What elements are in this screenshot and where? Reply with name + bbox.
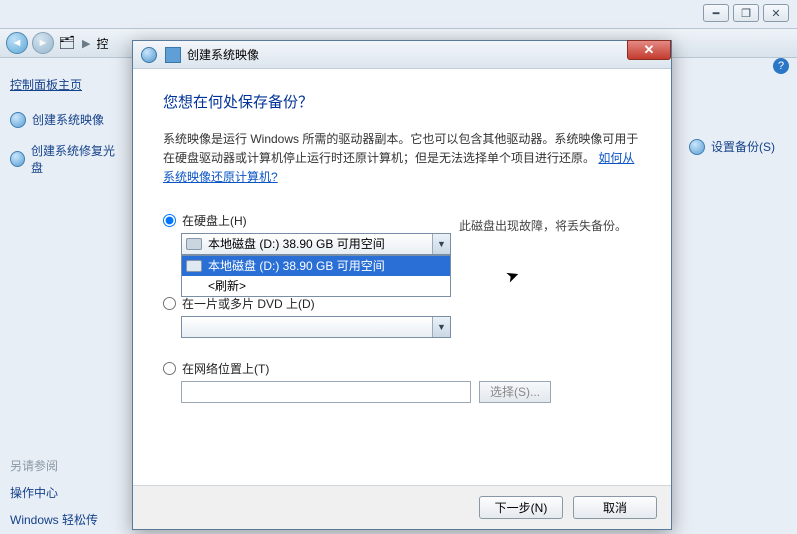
combo-selected-text: 本地磁盘 (D:) 38.90 GB 可用空间 (208, 235, 385, 252)
shield-icon (10, 151, 25, 167)
recent-icon[interactable]: 🗂 (58, 34, 76, 52)
task-setup-backup[interactable]: 设置备份(S) (689, 138, 775, 155)
sidebar-home-link[interactable]: 控制面板主页 (10, 76, 120, 93)
create-system-image-wizard: 创建系统映像 ✕ 您想在何处保存备份？ 系统映像是运行 Windows 所需的驱… (132, 40, 672, 530)
wizard-body: 您想在何处保存备份？ 系统映像是运行 Windows 所需的驱动器副本。它也可以… (133, 69, 671, 403)
wizard-footer: 下一步(N) 取消 (133, 485, 671, 529)
task-label: 设置备份(S) (711, 138, 775, 155)
minimize-button[interactable]: ━ (703, 4, 729, 22)
sidebar-item-create-repair-disc[interactable]: 创建系统修复光盘 (10, 142, 120, 176)
control-panel-sidebar: 控制面板主页 创建系统映像 创建系统修复光盘 另请参阅 操作中心 Windows… (0, 58, 130, 534)
chevron-down-icon[interactable]: ▼ (432, 234, 450, 254)
maximize-button[interactable]: ❐ (733, 4, 759, 22)
dropdown-item-label: <刷新> (208, 277, 246, 294)
dropdown-item-refresh[interactable]: <刷新> (182, 276, 450, 296)
select-network-button[interactable]: 选择(S)... (479, 381, 551, 403)
dvd-combo[interactable]: ▼ (181, 316, 451, 338)
breadcrumb-text[interactable]: 控 (96, 35, 108, 52)
drive-icon (186, 260, 202, 272)
chevron-down-icon[interactable]: ▼ (432, 317, 450, 337)
disk-combo[interactable]: 本地磁盘 (D:) 38.90 GB 可用空间 ▼ (181, 233, 451, 255)
radio-label-dvd: 在一片或多片 DVD 上(D) (182, 295, 315, 312)
shield-icon (689, 139, 705, 155)
help-icon[interactable]: ? (773, 58, 789, 74)
dropdown-item-label: 本地磁盘 (D:) 38.90 GB 可用空间 (208, 257, 385, 274)
sidebar-item-label: 创建系统映像 (32, 111, 104, 128)
wizard-heading: 您想在何处保存备份？ (163, 91, 641, 112)
backup-icon (165, 47, 181, 63)
wizard-app-icon (141, 47, 157, 63)
wizard-title: 创建系统映像 (187, 46, 259, 63)
shield-icon (10, 112, 26, 128)
option-network: 在网络位置上(T) 选择(S)... (163, 360, 641, 403)
radio-dvd[interactable] (163, 297, 176, 310)
option-hard-disk: 在硬盘上(H) 本地磁盘 (D:) 38.90 GB 可用空间 ▼ 本地磁盘 (… (163, 212, 641, 235)
wizard-description: 系统映像是运行 Windows 所需的驱动器副本。它也可以包含其他驱动器。系统映… (163, 130, 641, 188)
description-text: 系统映像是运行 Windows 所需的驱动器副本。它也可以包含其他驱动器。系统映… (163, 132, 638, 165)
disk-dropdown: 本地磁盘 (D:) 38.90 GB 可用空间 <刷新> (181, 255, 451, 297)
sidebar-see-also: 另请参阅 操作中心 Windows 轻松传 (10, 457, 98, 528)
dropdown-item-d[interactable]: 本地磁盘 (D:) 38.90 GB 可用空间 (182, 256, 450, 276)
radio-hard-disk[interactable] (163, 214, 176, 227)
radio-label-network: 在网络位置上(T) (182, 360, 269, 377)
sidebar-item-label: 创建系统修复光盘 (31, 142, 120, 176)
radio-label-hard-disk: 在硬盘上(H) (182, 212, 247, 229)
cancel-button[interactable]: 取消 (573, 496, 657, 519)
wizard-titlebar[interactable]: 创建系统映像 ✕ (133, 41, 671, 69)
close-button[interactable]: ✕ (763, 4, 789, 22)
forward-button[interactable]: ► (32, 32, 54, 54)
sidebar-item-create-image[interactable]: 创建系统映像 (10, 111, 120, 128)
option-dvd: 在一片或多片 DVD 上(D) ▼ (163, 295, 641, 338)
sidebar-link-easy-transfer[interactable]: Windows 轻松传 (10, 511, 98, 528)
wizard-close-button[interactable]: ✕ (627, 40, 671, 60)
back-button[interactable]: ◄ (6, 32, 28, 54)
window-controls: ━ ❐ ✕ (703, 4, 789, 22)
drive-icon (186, 238, 202, 250)
see-also-heading: 另请参阅 (10, 457, 98, 474)
radio-network[interactable] (163, 362, 176, 375)
network-path-input[interactable] (181, 381, 471, 403)
next-button[interactable]: 下一步(N) (479, 496, 563, 519)
sidebar-link-action-center[interactable]: 操作中心 (10, 484, 98, 501)
breadcrumb-sep: ▶ (80, 37, 92, 50)
